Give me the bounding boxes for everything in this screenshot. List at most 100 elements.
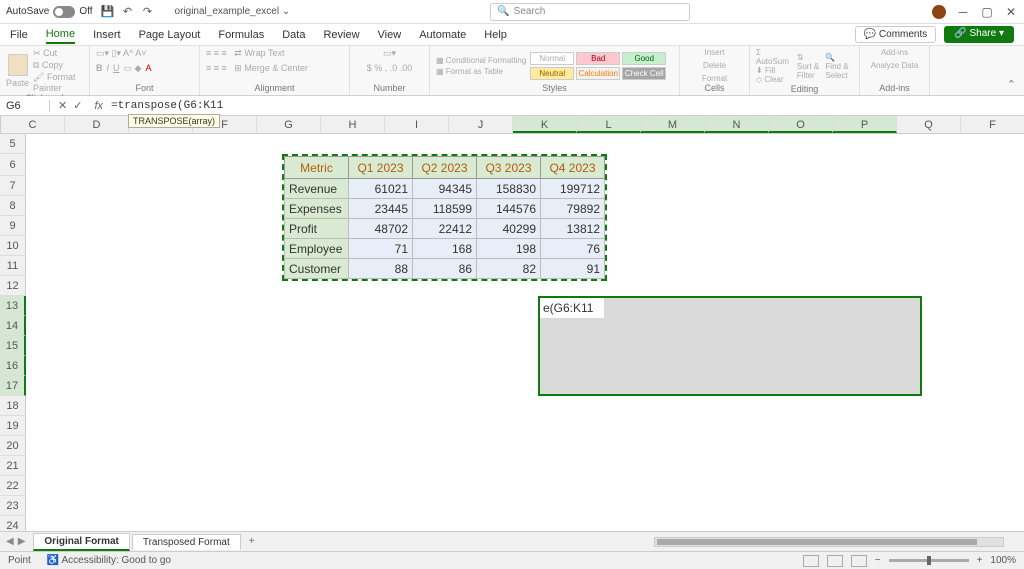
tab-view[interactable]: View [378,27,402,43]
row-header-21[interactable]: 21 [0,456,26,476]
horizontal-scrollbar[interactable] [654,537,1004,547]
table-header[interactable]: Metric [285,157,349,179]
row-header-6[interactable]: 6 [0,154,26,176]
paste-button[interactable]: Paste [6,54,29,88]
col-header-J[interactable]: J [449,116,513,133]
col-header-F[interactable]: F [961,116,1024,133]
zoom-slider[interactable] [889,559,969,562]
row-header-9[interactable]: 9 [0,216,26,236]
table-row-label[interactable]: Revenue [285,179,349,199]
tab-formulas[interactable]: Formulas [218,27,264,43]
formula-input[interactable]: =transpose(G6:K11 [107,100,1024,112]
table-header[interactable]: Q2 2023 [413,157,477,179]
zoom-level[interactable]: 100% [990,555,1016,566]
table-header[interactable]: Q4 2023 [541,157,605,179]
tab-insert[interactable]: Insert [93,27,121,43]
tab-home[interactable]: Home [46,26,75,44]
table-cell[interactable]: 144576 [477,199,541,219]
tab-automate[interactable]: Automate [419,27,466,43]
col-header-D[interactable]: D [65,116,129,133]
col-header-O[interactable]: O [769,116,833,133]
row-header-11[interactable]: 11 [0,256,26,276]
style-good[interactable]: Good [622,52,666,65]
search-input[interactable]: 🔍 Search [490,3,690,21]
sheet-tab-original[interactable]: Original Format [33,533,129,551]
autosave-toggle[interactable]: AutoSave Off [6,6,93,18]
table-row-label[interactable]: Expenses [285,199,349,219]
autosum-button[interactable]: Σ AutoSum [756,48,789,66]
view-page-break-icon[interactable] [851,555,867,567]
row-header-20[interactable]: 20 [0,436,26,456]
table-cell[interactable]: 198 [477,239,541,259]
table-cell[interactable]: 91 [541,259,605,279]
fill-button[interactable]: ⬇ Fill [756,66,789,75]
clear-button[interactable]: ◇ Clear [756,75,789,84]
conditional-formatting-button[interactable]: ▦ Conditional Formatting [436,56,526,65]
table-cell[interactable]: 118599 [413,199,477,219]
table-cell[interactable]: 94345 [413,179,477,199]
table-cell[interactable]: 13812 [541,219,605,239]
cut-button[interactable]: ✂ Cut [33,48,83,59]
table-cell[interactable]: 199712 [541,179,605,199]
table-cell[interactable]: 168 [413,239,477,259]
accessibility-status[interactable]: ♿ Accessibility: Good to go [47,555,171,566]
cancel-icon[interactable]: ✕ [58,99,67,112]
maximize-icon[interactable]: ▢ [980,5,994,19]
col-header-G[interactable]: G [257,116,321,133]
redo-icon[interactable]: ↷ [141,5,155,19]
tab-review[interactable]: Review [323,27,359,43]
row-header-15[interactable]: 15 [0,336,26,356]
row-header-24[interactable]: 24 [0,516,26,531]
minimize-icon[interactable]: ─ [956,5,970,19]
tab-file[interactable]: File [10,27,28,43]
col-header-I[interactable]: I [385,116,449,133]
tab-data[interactable]: Data [282,27,305,43]
close-icon[interactable]: ✕ [1004,5,1018,19]
ribbon-collapse-icon[interactable]: ⌃ [999,74,1024,95]
sheet-next-icon[interactable]: ▶ [18,536,26,547]
sheet-prev-icon[interactable]: ◀ [6,536,14,547]
col-header-P[interactable]: P [833,116,897,133]
avatar[interactable] [932,5,946,19]
col-header-Q[interactable]: Q [897,116,961,133]
col-header-L[interactable]: L [577,116,641,133]
row-header-7[interactable]: 7 [0,176,26,196]
data-table[interactable]: MetricQ1 2023Q2 2023Q3 2023Q4 2023Revenu… [284,156,605,279]
col-header-M[interactable]: M [641,116,705,133]
table-cell[interactable]: 23445 [349,199,413,219]
enter-icon[interactable]: ✓ [73,99,82,112]
table-cell[interactable]: 61021 [349,179,413,199]
format-painter-button[interactable]: 🖌 Format Painter [33,72,83,93]
tab-page-layout[interactable]: Page Layout [139,27,201,43]
row-header-12[interactable]: 12 [0,276,26,296]
copy-button[interactable]: ⧉ Copy [33,60,83,71]
table-cell[interactable]: 71 [349,239,413,259]
table-cell[interactable]: 79892 [541,199,605,219]
row-header-16[interactable]: 16 [0,356,26,376]
row-header-14[interactable]: 14 [0,316,26,336]
table-header[interactable]: Q3 2023 [477,157,541,179]
format-as-table-button[interactable]: ▦ Format as Table [436,67,526,76]
row-header-17[interactable]: 17 [0,376,26,396]
row-header-22[interactable]: 22 [0,476,26,496]
row-header-10[interactable]: 10 [0,236,26,256]
find-select-button[interactable]: 🔍Find & Select [825,53,853,80]
style-check[interactable]: Check Cell [622,67,666,80]
table-row-label[interactable]: Employee [285,239,349,259]
sort-filter-button[interactable]: ⇅Sort & Filter [797,53,822,80]
view-page-layout-icon[interactable] [827,555,843,567]
table-cell[interactable]: 158830 [477,179,541,199]
row-header-13[interactable]: 13 [0,296,26,316]
add-sheet-button[interactable]: + [241,536,263,547]
view-normal-icon[interactable] [803,555,819,567]
table-cell[interactable]: 22412 [413,219,477,239]
col-header-K[interactable]: K [513,116,577,133]
name-box[interactable]: G6 [0,100,50,112]
col-header-H[interactable]: H [321,116,385,133]
active-cell[interactable]: e(G6:K11 [540,298,604,318]
tab-help[interactable]: Help [484,27,507,43]
row-header-5[interactable]: 5 [0,134,26,154]
row-header-19[interactable]: 19 [0,416,26,436]
spreadsheet-grid[interactable]: CDEFGHIJKLMNOPQF 56789101112131415161718… [0,116,1024,531]
row-header-23[interactable]: 23 [0,496,26,516]
